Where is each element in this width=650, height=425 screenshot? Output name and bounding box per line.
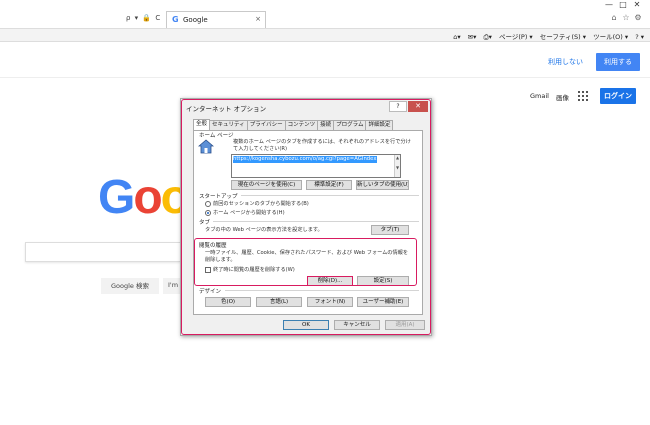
google-search-button[interactable]: Google 検索 [101,278,159,294]
menu-tools[interactable]: ツール(O) ▾ [593,33,628,41]
apps-grid-icon[interactable] [578,91,588,101]
history-highlight-box [194,238,417,286]
start-home-page-radio[interactable] [205,210,211,216]
browser-titlebar: — □ ✕ ρ ▾ 🔒 C G Google × ⌂ ☆ ⚙ [0,0,650,28]
startup-divider [241,195,419,196]
ok-button[interactable]: OK [283,320,329,330]
favorites-star-icon[interactable]: ☆ [620,13,632,22]
feeds-icon[interactable]: ⌂▾ [453,33,460,41]
dialog-help-button[interactable]: ? [389,101,407,112]
fonts-button[interactable]: フォント(N) [307,297,353,307]
tab-general[interactable]: 全般 [193,119,211,130]
close-window-button[interactable]: ✕ [630,0,644,9]
use-signin-button[interactable]: 利用する [596,53,640,71]
browser-tab[interactable]: G Google × [166,11,266,28]
gmail-link[interactable]: Gmail [530,92,549,100]
start-prev-session-label: 前回のセッションのタブから開始する(B) [213,201,309,207]
login-button[interactable]: ログイン [600,88,636,104]
maximize-button[interactable]: □ [616,0,630,9]
google-favicon-icon: G [172,15,179,24]
browser-corner-icons: ⌂ ☆ ⚙ [608,13,644,22]
tabs-divider [213,221,419,222]
tabs-group-label: タブ [199,220,211,226]
accessibility-button[interactable]: ユーザー補助(E) [357,297,409,307]
startup-group-label: スタートアップ [199,194,238,200]
design-divider [225,290,419,291]
tabs-description: タブの中の Web ページの表示方法を設定します。 [205,227,323,233]
use-new-tab-button[interactable]: 新しいタブの使用(U) [356,180,409,190]
tools-gear-icon[interactable]: ⚙ [632,13,644,22]
url-scrollbar[interactable]: ▲ ▼ [394,155,400,177]
tab-advanced[interactable]: 詳細設定 [365,120,394,130]
tab-programs[interactable]: プログラム [333,120,367,130]
tab-privacy[interactable]: プライバシー [246,120,286,130]
window-controls: — □ ✕ [602,0,644,9]
tab-title: Google [183,16,208,24]
address-bar-icons[interactable]: ρ ▾ 🔒 C [126,14,161,22]
tab-security[interactable]: セキュリティ [209,120,248,130]
home-page-description: 複数のホーム ページのタブを作成するには、それぞれのアドレスを行で分けて入力して… [233,139,411,152]
use-current-button[interactable]: 現在のページを使用(C) [231,180,302,190]
use-default-button[interactable]: 標準設定(F) [306,180,352,190]
design-group-label: デザイン [199,289,222,295]
home-page-url-textarea[interactable]: https://kogensha.cybozu.com/o/ag.cgi?pag… [231,154,401,178]
start-prev-session-radio[interactable] [205,201,211,207]
minimize-button[interactable]: — [602,0,616,9]
cancel-button[interactable]: キャンセル [334,320,380,330]
images-link[interactable]: 画像 [556,92,569,102]
print-icon[interactable]: ⎙▾ [483,33,491,41]
tab-close-icon[interactable]: × [255,15,261,23]
apply-button[interactable]: 適用(A) [385,320,425,330]
google-search-input[interactable] [25,242,180,262]
command-bar: ⌂▾ ✉▾ ⎙▾ ページ(P) ▾ セーフティ(S) ▾ ツール(O) ▾ ? … [0,28,650,42]
colors-button[interactable]: 色(O) [205,297,251,307]
internet-options-dialog: インターネット オプション ? ✕ 全般 セキュリティ プライバシー コンテンツ 接続プ… [180,98,432,336]
tab-content[interactable]: コンテンツ [284,120,319,130]
home-page-group-label: ホーム ページ [199,133,234,139]
no-signin-link[interactable]: 利用しない [548,57,583,67]
menu-page[interactable]: ページ(P) ▾ [499,33,533,41]
dialog-close-button[interactable]: ✕ [408,101,428,112]
home-icon[interactable]: ⌂ [608,13,620,22]
tab-connections[interactable]: 接続 [317,120,335,130]
tabs-settings-button[interactable]: タブ(T) [371,225,409,235]
mail-icon[interactable]: ✉▾ [468,33,477,41]
dialog-tabs: 全般 セキュリティ プライバシー コンテンツ 接続 プログラム 詳細設定 [193,119,394,130]
languages-button[interactable]: 言語(L) [256,297,302,307]
dialog-title: インターネット オプション [186,105,267,113]
start-home-page-label: ホーム ページから開始する(H) [213,210,285,216]
menu-help[interactable]: ? ▾ [635,33,644,41]
house-icon [198,139,214,154]
home-page-url-selected: https://kogensha.cybozu.com/o/ag.cgi?pag… [233,156,378,163]
menu-safety[interactable]: セーフティ(S) ▾ [540,33,586,41]
